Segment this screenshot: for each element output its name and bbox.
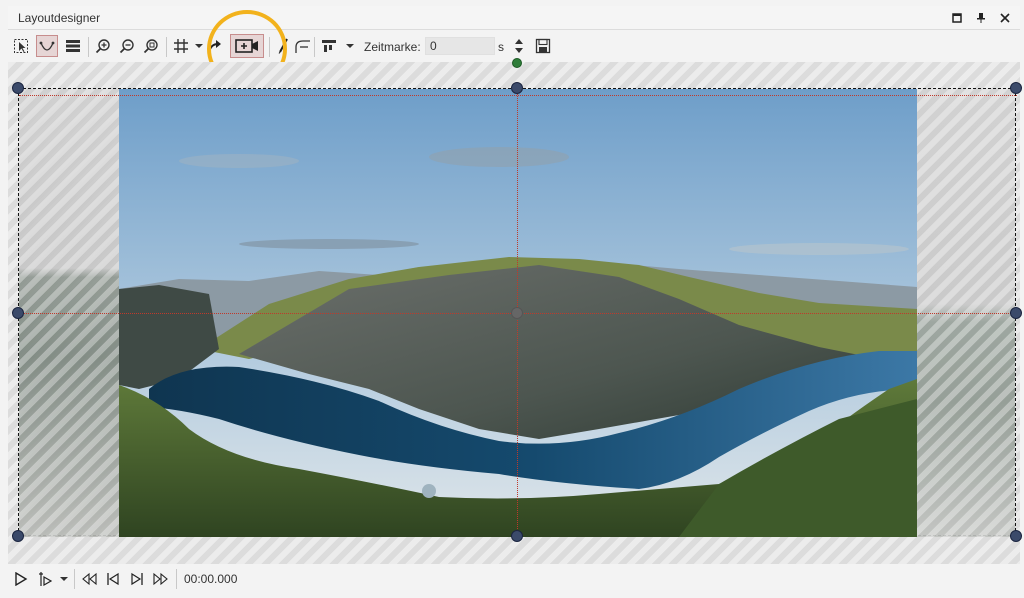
play-dropdown-arrow[interactable] (60, 577, 68, 581)
resize-handle-right[interactable] (1010, 307, 1022, 319)
resize-handle-bottom-right[interactable] (1010, 530, 1022, 542)
grid-dropdown-arrow[interactable] (195, 44, 203, 48)
play-from-marker-button[interactable] (36, 570, 54, 588)
camera-pan-button[interactable] (230, 34, 264, 58)
layers-button[interactable] (62, 35, 84, 57)
pin-icon[interactable] (974, 11, 988, 25)
layout-canvas[interactable] (8, 58, 1022, 564)
playback-time: 00:00.000 (184, 572, 238, 586)
play-icon (15, 572, 28, 586)
align-button[interactable] (318, 35, 340, 57)
resize-handle-top[interactable] (511, 82, 523, 94)
align-dropdown-arrow[interactable] (346, 44, 354, 48)
selection-arrow-icon (14, 39, 28, 53)
playback-separator (74, 569, 75, 589)
step-back-icon (107, 572, 119, 586)
resize-handle-top-left[interactable] (12, 82, 24, 94)
guide-line-top (19, 95, 1017, 96)
previous-frame-button[interactable] (104, 570, 122, 588)
add-camera-icon (235, 39, 258, 53)
toolbar-separator (269, 37, 270, 57)
align-icon (322, 40, 336, 52)
spin-up-icon[interactable] (515, 39, 523, 44)
playback-bar: 00:00.000 (8, 566, 1020, 592)
zeitmarke-input[interactable] (425, 37, 495, 55)
zoom-out-button[interactable] (116, 35, 138, 57)
fast-forward-button[interactable] (152, 570, 170, 588)
grid-button[interactable] (170, 35, 192, 57)
save-button[interactable] (532, 35, 554, 57)
select-tool-button[interactable] (10, 35, 32, 57)
play-from-marker-icon (39, 572, 52, 586)
center-handle[interactable] (511, 307, 523, 319)
zoom-fit-icon (143, 39, 158, 54)
fast-forward-icon (153, 572, 168, 586)
zeitmarke-unit: s (498, 40, 504, 54)
save-icon (535, 38, 551, 54)
resize-handle-top-right[interactable] (1010, 82, 1022, 94)
playback-separator (176, 569, 177, 589)
toolbar-separator (166, 37, 167, 57)
toolbar: Zeitmarke: s (8, 31, 1020, 61)
grid-icon (174, 39, 188, 53)
curved-arrow-icon (208, 40, 221, 53)
toolbar-separator (314, 37, 315, 57)
zeitmarke-spinner[interactable] (513, 37, 525, 55)
layers-icon (66, 40, 80, 52)
window-controls (950, 11, 1012, 25)
maximize-icon[interactable] (950, 11, 964, 25)
resize-handle-bottom-left[interactable] (12, 530, 24, 542)
title-bar: Layoutdesigner (8, 6, 1020, 30)
pen-icon (278, 38, 288, 54)
resize-handle-bottom[interactable] (511, 530, 523, 542)
path-tool-button[interactable] (36, 35, 58, 57)
zoom-out-icon (119, 39, 134, 54)
zoom-in-button[interactable] (92, 35, 114, 57)
zoom-fit-button[interactable] (140, 35, 162, 57)
zoom-in-icon (95, 39, 110, 54)
rewind-icon (82, 572, 97, 586)
resize-handle-left[interactable] (12, 307, 24, 319)
spin-down-icon[interactable] (515, 48, 523, 53)
curve-icon (295, 40, 310, 53)
zeitmarke-label: Zeitmarke: (364, 40, 421, 54)
close-icon[interactable] (998, 11, 1012, 25)
motion-button[interactable] (204, 35, 226, 57)
next-frame-button[interactable] (128, 570, 146, 588)
step-forward-icon (131, 572, 143, 586)
pen-button[interactable] (272, 35, 294, 57)
motion-path-icon (39, 41, 55, 51)
rotation-handle[interactable] (512, 58, 522, 68)
toolbar-separator (88, 37, 89, 57)
stage-frame[interactable] (12, 58, 1022, 542)
curve-button[interactable] (292, 35, 314, 57)
layoutdesigner-app: Layoutdesigner Zeitmarke: 0 s 00:00.000 (0, 0, 1024, 598)
play-button[interactable] (12, 570, 30, 588)
window-title: Layoutdesigner (18, 11, 101, 25)
rewind-button[interactable] (80, 570, 98, 588)
